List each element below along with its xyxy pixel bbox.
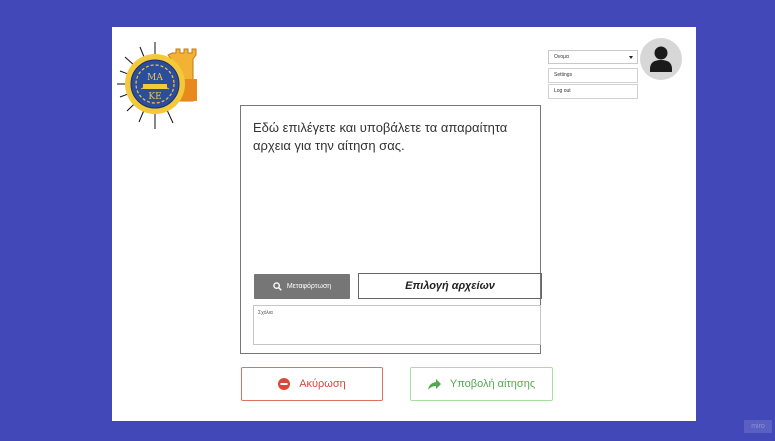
menu-item-settings[interactable]: Settings xyxy=(548,68,638,83)
choose-files-button[interactable]: Επιλογή αρχείων xyxy=(358,273,542,299)
share-arrow-icon xyxy=(427,378,441,390)
menu-item-logout[interactable]: Log out xyxy=(548,84,638,99)
user-icon xyxy=(650,46,672,72)
search-icon xyxy=(273,282,282,291)
user-name-label: Ονομα xyxy=(554,54,569,60)
university-logo: ΜΑ ΚΕ xyxy=(115,39,205,131)
upload-button[interactable]: Μεταφόρτωση xyxy=(254,274,350,299)
submit-application-button[interactable]: Υποβολή αίτησης xyxy=(410,367,553,401)
cancel-button[interactable]: Ακύρωση xyxy=(241,367,383,401)
upload-button-label: Μεταφόρτωση xyxy=(286,283,332,290)
comments-field[interactable]: Σχόλια xyxy=(253,305,541,345)
miro-watermark: miro xyxy=(744,420,772,433)
instructions-text: Εδώ επιλέγετε και υποβάλετε τα απαραίτητ… xyxy=(253,120,508,153)
cancel-button-label: Ακύρωση xyxy=(299,378,346,390)
upload-panel: Εδώ επιλέγετε και υποβάλετε τα απαραίτητ… xyxy=(240,105,542,354)
application-canvas: ΜΑ ΚΕ Ονομα Settings Log out Εδώ επιλέγε… xyxy=(112,27,696,421)
user-avatar[interactable] xyxy=(640,38,682,80)
chevron-down-icon[interactable] xyxy=(629,56,633,59)
submit-button-label: Υποβολή αίτησης xyxy=(449,378,536,390)
svg-text:ΚΕ: ΚΕ xyxy=(148,92,161,102)
user-name-dropdown[interactable]: Ονομα xyxy=(548,50,638,64)
comments-placeholder: Σχόλια xyxy=(258,310,273,316)
minus-circle-icon xyxy=(278,378,291,390)
svg-text:ΜΑ: ΜΑ xyxy=(147,73,163,83)
